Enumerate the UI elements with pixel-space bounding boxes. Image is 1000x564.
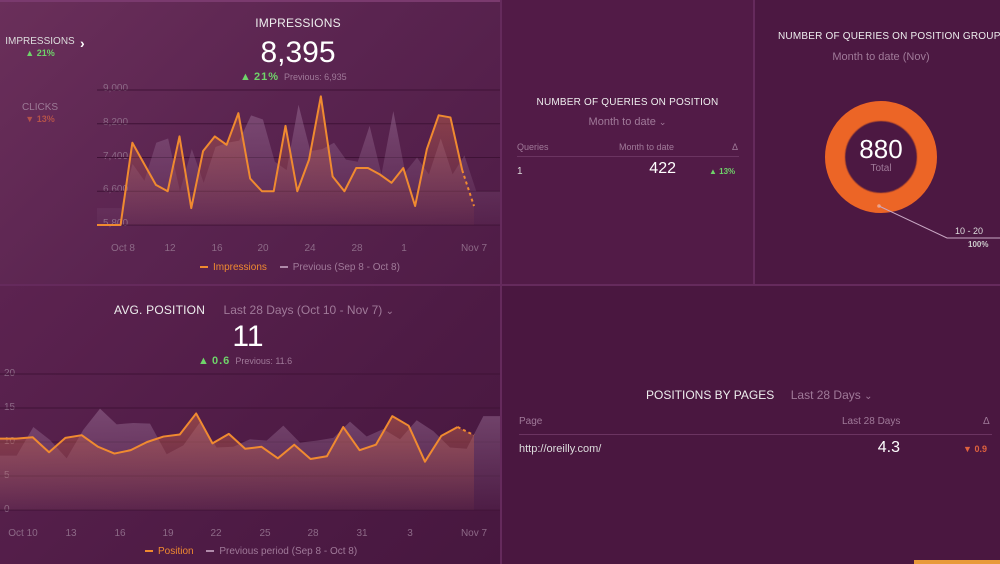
impressions-panel: IMPRESSIONS ▲ 21% › CLICKS ▼ 13% IMPRESS… xyxy=(0,0,500,284)
pages-header: POSITIONS BY PAGES Last 28 Days ⌄ xyxy=(646,386,873,404)
period-dropdown[interactable]: Month to date ⌄ xyxy=(502,116,753,128)
avg-position-chart xyxy=(0,373,500,511)
slice-percent: 100% xyxy=(968,240,989,249)
panel-divider xyxy=(0,284,1000,286)
chevron-down-icon: ⌄ xyxy=(864,391,873,402)
up-arrow-icon: ▲ xyxy=(709,167,717,176)
col-month-to-date: Month to date xyxy=(619,142,675,152)
avg-position-panel: AVG. POSITION Last 28 Days (Oct 10 - Nov… xyxy=(0,286,500,564)
col-delta: Δ xyxy=(732,142,739,152)
legend-item-position[interactable]: Position xyxy=(145,546,194,557)
donut-total: 880 xyxy=(859,134,903,164)
impressions-legend: Impressions Previous (Sep 8 - Oct 8) xyxy=(200,262,400,273)
slice-label: 10 - 20 xyxy=(955,226,984,236)
panel-divider xyxy=(500,0,502,564)
table-divider xyxy=(517,156,739,157)
page-link[interactable]: http://oreilly.com/ xyxy=(519,443,601,455)
donut-total-label: Total xyxy=(870,163,892,174)
period-dropdown[interactable]: Last 28 Days ⌄ xyxy=(791,388,873,402)
pages-title: POSITIONS BY PAGES xyxy=(646,388,775,402)
col-queries: Queries xyxy=(517,142,549,152)
legend-item-previous-period[interactable]: Previous period (Sep 8 - Oct 8) xyxy=(206,546,357,557)
panel-divider xyxy=(753,0,755,284)
positions-by-pages-panel: POSITIONS BY PAGES Last 28 Days ⌄ Page L… xyxy=(502,286,1000,564)
value-cell: 4.3 xyxy=(877,439,900,456)
col-last-28-days: Last 28 Days xyxy=(842,416,901,427)
queries-position-title: NUMBER OF QUERIES ON POSITION xyxy=(536,97,719,108)
value-cell: 422 xyxy=(649,160,676,177)
bottom-accent-bar xyxy=(914,560,1000,564)
current-area xyxy=(0,413,474,510)
legend-item-previous[interactable]: Previous (Sep 8 - Oct 8) xyxy=(279,262,400,273)
table-divider xyxy=(519,434,992,435)
col-page: Page xyxy=(519,416,543,427)
queries-position-group-panel: NUMBER OF QUERIES ON POSITION GROUP Mont… xyxy=(755,0,1000,284)
query-cell: 1 xyxy=(517,166,523,177)
delta-cell: ▲ 13% xyxy=(709,167,736,176)
impressions-chart xyxy=(97,89,500,226)
delta-cell: ▼ 0.9 xyxy=(963,444,987,454)
top-edge xyxy=(0,0,500,2)
chevron-down-icon: ⌄ xyxy=(658,117,667,127)
avg-position-legend: Position Previous period (Sep 8 - Oct 8) xyxy=(145,546,357,557)
queries-on-position-panel: NUMBER OF QUERIES ON POSITION Month to d… xyxy=(502,0,753,284)
col-delta: Δ xyxy=(983,416,990,427)
legend-item-impressions[interactable]: Impressions xyxy=(200,262,267,273)
down-arrow-icon: ▼ xyxy=(963,444,972,454)
